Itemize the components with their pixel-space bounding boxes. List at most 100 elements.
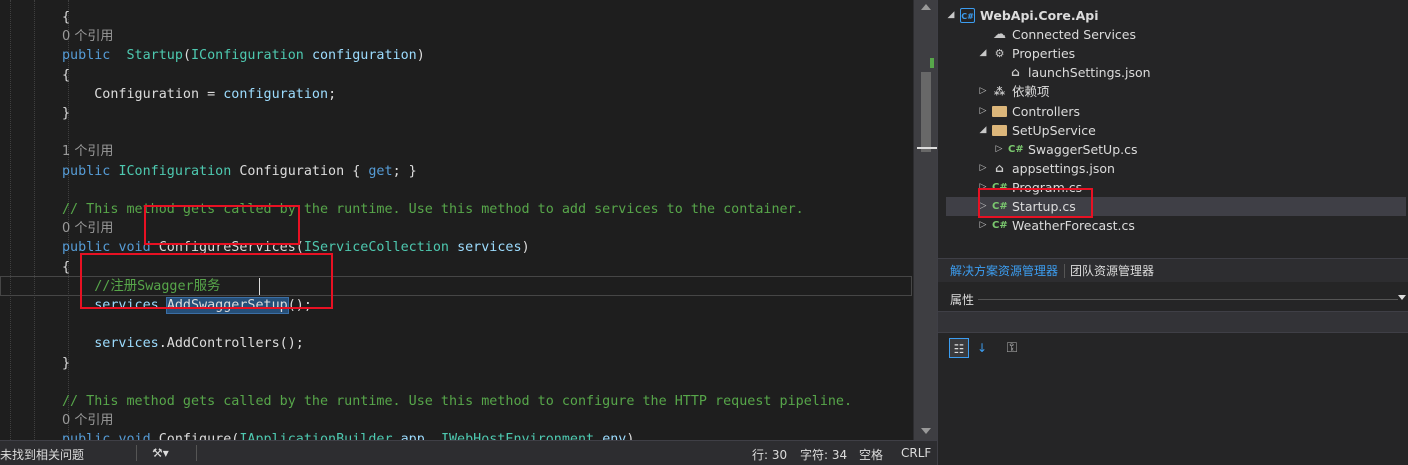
tree-item[interactable]: ◢ C# WebApi.Core.Api: [946, 6, 1406, 25]
reference-count[interactable]: 0 个引用: [62, 411, 113, 430]
dependencies-icon: ⁂: [993, 85, 1006, 99]
json-file-icon: ⌂: [995, 160, 1004, 175]
code-line: services.AddControllers();: [62, 334, 304, 353]
expand-open-icon[interactable]: ◢: [946, 6, 956, 25]
code-token: public: [62, 163, 111, 179]
json-file-icon: ⌂: [1011, 65, 1020, 80]
code-editor[interactable]: {0 个引用 public Startup(IConfiguration conf…: [0, 0, 912, 440]
properties-header: 属性: [938, 289, 1408, 309]
folder-icon: [992, 124, 1007, 136]
tree-item[interactable]: ◢ ⚙ Properties: [946, 44, 1406, 63]
csharp-file-icon: C#: [992, 220, 1008, 232]
code-line: }: [62, 106, 71, 121]
tree-item[interactable]: ▷ ⌂ appsettings.json: [946, 159, 1406, 178]
code-token: public: [62, 432, 111, 440]
code-token: Configuration {: [231, 163, 369, 179]
code-token: // This method gets called by the runtim…: [62, 394, 853, 409]
tree-item-label: 依赖项: [1012, 84, 1050, 100]
code-token: services: [457, 240, 522, 256]
code-token: IConfiguration: [191, 48, 304, 64]
editor-vertical-scrollbar[interactable]: [913, 0, 937, 440]
reference-count[interactable]: 0 个引用: [62, 27, 113, 46]
tree-item-label: launchSettings.json: [1028, 65, 1151, 81]
scroll-up-icon[interactable]: [921, 4, 931, 10]
property-pages-key-icon[interactable]: ⚿: [1002, 338, 1022, 358]
tree-item-label: SwaggerSetUp.cs: [1028, 141, 1138, 157]
separator: [136, 445, 137, 461]
scroll-down-icon[interactable]: [921, 428, 931, 434]
code-token: ): [416, 48, 425, 64]
tree-item-label: WebApi.Core.Api: [980, 8, 1099, 23]
cloud-icon: ☁: [993, 27, 1006, 43]
code-line: // This method gets called by the runtim…: [62, 392, 852, 411]
code-token: public: [62, 48, 111, 64]
code-token: ;: [328, 86, 337, 102]
code-token: IWebHostEnvironment: [440, 432, 595, 440]
scroll-thumb[interactable]: [921, 72, 931, 152]
tree-item-label: Connected Services: [1012, 27, 1136, 43]
line-number: 行: 30: [752, 448, 788, 462]
annotation-box-swagger-setup: [80, 253, 333, 309]
code-cleanup-icon[interactable]: ⚒▾: [152, 446, 169, 460]
tree-item[interactable]: ⌂ launchSettings.json: [946, 63, 1406, 82]
expand-closed-icon[interactable]: ▷: [978, 159, 988, 178]
code-token: .AddControllers();: [158, 336, 304, 352]
folder-icon: [992, 105, 1007, 117]
reference-count[interactable]: 0 个引用: [62, 219, 113, 238]
code-token: IApplicationBuilder: [239, 432, 393, 440]
tree-item[interactable]: ▷ C# WeatherForecast.cs: [946, 216, 1406, 235]
alphabetical-sort-icon[interactable]: ↓: [972, 338, 992, 358]
divider: [978, 299, 1398, 300]
expand-open-icon[interactable]: ◢: [978, 121, 988, 140]
panel-tabs: 解决方案资源管理器 团队资源管理器: [938, 258, 1408, 282]
code-token: void: [118, 432, 151, 440]
code-token: (: [182, 48, 191, 64]
code-token: ): [626, 432, 635, 440]
dropdown-arrow-icon[interactable]: [1398, 295, 1406, 300]
code-token: ,: [424, 432, 441, 440]
expand-closed-icon[interactable]: ▷: [994, 140, 1004, 159]
line-ending-indicator[interactable]: CRLF: [901, 446, 931, 460]
tree-item[interactable]: ▷ C# SwaggerSetUp.cs: [946, 140, 1406, 159]
expand-closed-icon[interactable]: ▷: [978, 82, 988, 101]
code-line: {: [62, 259, 71, 275]
indent-guide: [10, 0, 11, 440]
properties-object-selector[interactable]: [938, 311, 1408, 333]
expand-open-icon[interactable]: ◢: [978, 44, 988, 63]
tree-item[interactable]: ▷ ⁂ 依赖项: [946, 82, 1406, 101]
change-marker: [930, 58, 934, 68]
spaces-indicator[interactable]: 空格: [859, 446, 883, 463]
expand-closed-icon[interactable]: ▷: [978, 102, 988, 121]
code-line: public void Configure(IApplicationBuilde…: [62, 430, 634, 440]
editor-status-bar: 未找到相关问题 ⚒▾ 行: 30 字符: 34 空格 CRLF: [0, 440, 937, 465]
tab-solution-explorer[interactable]: 解决方案资源管理器: [950, 262, 1058, 279]
code-token: ): [521, 240, 530, 256]
code-token: configuration: [311, 48, 417, 64]
tree-item-label: Properties: [1012, 46, 1076, 62]
tree-item-label: Controllers: [1012, 103, 1080, 119]
code-token: configuration: [223, 86, 329, 102]
code-token: Configuration =: [62, 86, 224, 102]
code-line: }: [62, 355, 71, 371]
expand-closed-icon[interactable]: ▷: [978, 216, 988, 235]
properties-title: 属性: [950, 293, 975, 307]
tab-team-explorer[interactable]: 团队资源管理器: [1070, 262, 1154, 279]
issues-status[interactable]: 未找到相关问题: [0, 446, 84, 463]
tree-item[interactable]: ▷ Controllers: [946, 102, 1406, 121]
tree-item[interactable]: ◢ SetUpService: [946, 121, 1406, 140]
separator: [196, 445, 197, 461]
tree-item[interactable]: ☁ Connected Services: [946, 25, 1406, 44]
code-token: env: [602, 432, 627, 440]
project-icon: C#: [960, 8, 975, 23]
reference-count[interactable]: 1 个引用: [62, 142, 113, 161]
tree-item-label: appsettings.json: [1012, 160, 1115, 176]
csharp-file-icon: C#: [1008, 143, 1024, 155]
code-token: Configure(: [150, 432, 240, 440]
code-token: ; }: [392, 163, 417, 179]
categorized-view-icon[interactable]: ☷: [949, 338, 969, 358]
